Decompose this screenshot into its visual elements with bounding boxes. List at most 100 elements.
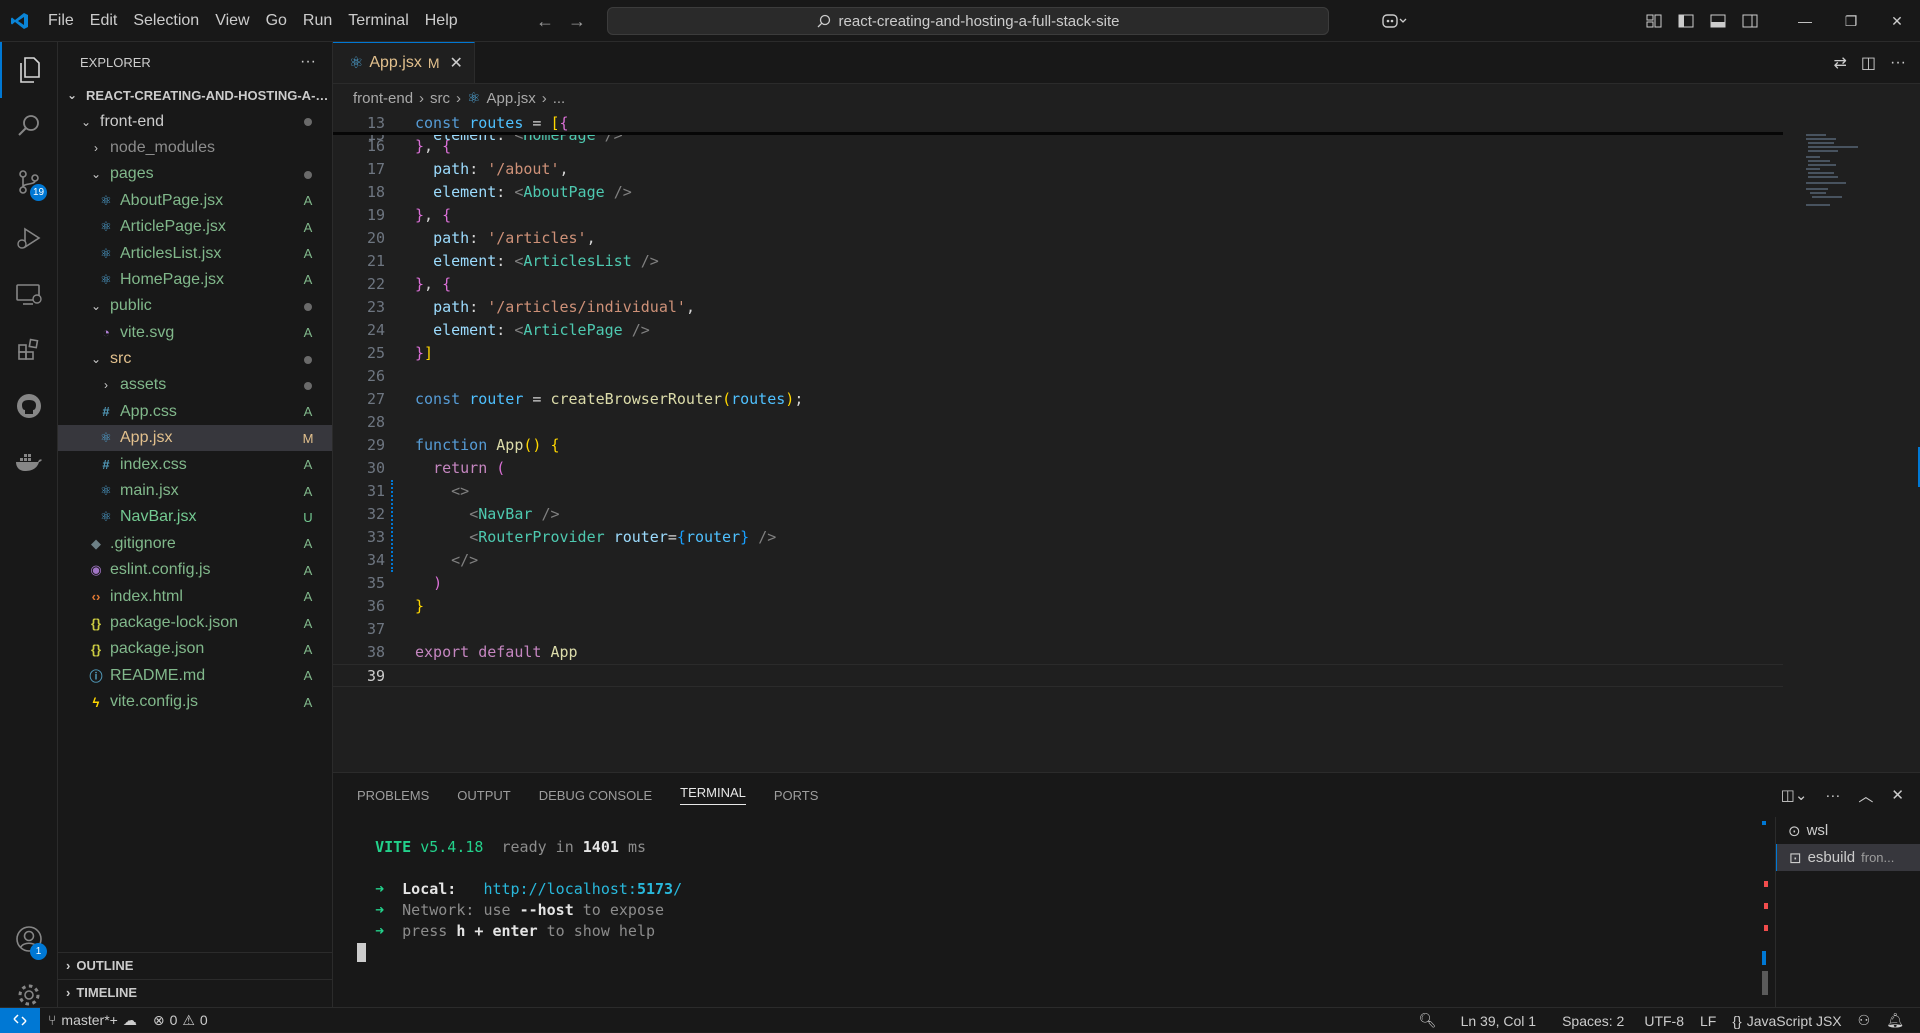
code-line: 29 function App() {: [366, 436, 560, 454]
tab-ports[interactable]: PORTS: [774, 788, 819, 803]
react-file-icon: ⚛: [100, 430, 112, 446]
extensions-icon[interactable]: [0, 322, 58, 378]
run-debug-icon[interactable]: [0, 210, 58, 266]
close-panel-icon[interactable]: ✕: [1891, 786, 1904, 804]
folder-assets[interactable]: › assets: [58, 372, 332, 398]
minimize-icon[interactable]: —: [1782, 0, 1828, 42]
file-articlepage[interactable]: ⚛ ArticlePage.jsx A: [58, 214, 332, 240]
file-aboutpage[interactable]: ⚛ AboutPage.jsx A: [58, 188, 332, 214]
menu-edit[interactable]: Edit: [82, 0, 126, 42]
terminal-cursor: [357, 943, 366, 962]
file-index-html[interactable]: ‹› index.html A: [58, 583, 332, 609]
explorer-icon[interactable]: [0, 42, 58, 98]
problems-indicator[interactable]: ⊗ 0 ⚠ 0: [145, 1008, 216, 1033]
remote-indicator-icon[interactable]: [0, 1007, 40, 1033]
split-editor-icon[interactable]: ◫: [1861, 53, 1876, 73]
code-editor[interactable]: 13 const routes = [{ 15 element: <HomePag…: [333, 112, 1783, 772]
open-changes-icon[interactable]: ⇄: [1833, 53, 1846, 73]
file-vite-svg[interactable]: ◔ vite.svg A: [58, 320, 332, 346]
breadcrumb-item[interactable]: front-end: [353, 90, 413, 107]
command-center-text: react-creating-and-hosting-a-full-stack-…: [838, 12, 1120, 30]
language-mode[interactable]: {} JavaScript JSX: [1724, 1008, 1849, 1033]
copilot-status-icon[interactable]: ⚇: [1850, 1008, 1879, 1033]
timeline-section[interactable]: › TIMELINE: [58, 979, 333, 1005]
breadcrumb-item[interactable]: App.jsx: [487, 90, 536, 107]
remote-explorer-icon[interactable]: [0, 266, 58, 322]
minimap[interactable]: [1788, 112, 1920, 772]
back-arrow-icon[interactable]: ←: [536, 11, 554, 32]
customize-layout-icon[interactable]: [1638, 0, 1670, 42]
file-gitignore[interactable]: ◆ .gitignore A: [58, 531, 332, 557]
folder-node-modules[interactable]: › node_modules: [58, 135, 332, 161]
menu-terminal[interactable]: Terminal: [340, 0, 416, 42]
source-control-icon[interactable]: 19: [0, 154, 58, 210]
file-navbar-jsx[interactable]: ⚛ NavBar.jsx U: [58, 504, 332, 530]
diff-gutter-indicator: [391, 480, 393, 572]
terminal-output[interactable]: VITE v5.4.18 ready in 1401 ms ➜ Local: h…: [357, 827, 1487, 963]
folder-pages[interactable]: ⌄ pages: [58, 161, 332, 187]
indentation[interactable]: Spaces: 2: [1554, 1008, 1632, 1033]
toggle-sidebar-icon[interactable]: [1670, 0, 1702, 42]
menu-view[interactable]: View: [207, 0, 257, 42]
notifications-bell-icon[interactable]: 🔔︎: [1878, 1008, 1912, 1033]
file-readme[interactable]: ⓘ README.md A: [58, 663, 332, 689]
toggle-panel-icon[interactable]: [1702, 0, 1734, 42]
split-terminal-icon[interactable]: ◫⌄: [1781, 786, 1808, 804]
workspace-root[interactable]: ⌄ REACT-CREATING-AND-HOSTING-A-F...: [58, 82, 332, 108]
menu-run[interactable]: Run: [295, 0, 340, 42]
cursor-position[interactable]: Ln 39, Col 1: [1453, 1008, 1545, 1033]
file-package-lock[interactable]: {} package-lock.json A: [58, 610, 332, 636]
bottom-panel: PROBLEMS OUTPUT DEBUG CONSOLE TERMINAL P…: [333, 772, 1920, 1008]
encoding[interactable]: UTF-8: [1636, 1008, 1692, 1033]
sync-icon[interactable]: ☁: [123, 1012, 137, 1029]
menu-file[interactable]: File: [40, 0, 82, 42]
zoom-icon[interactable]: 🔍︎: [1411, 1008, 1445, 1033]
file-vite-config[interactable]: ϟ vite.config.js A: [58, 689, 332, 715]
tab-app-jsx[interactable]: ⚛ App.jsx M ✕: [333, 42, 475, 83]
menu-go[interactable]: Go: [258, 0, 295, 42]
end-of-line[interactable]: LF: [1692, 1008, 1724, 1033]
folder-front-end[interactable]: ⌄ front-end: [58, 108, 332, 134]
restore-icon[interactable]: ❐: [1828, 0, 1874, 42]
file-main-jsx[interactable]: ⚛ main.jsx A: [58, 478, 332, 504]
more-actions-icon[interactable]: ···: [300, 53, 316, 71]
terminal-item-esbuild[interactable]: ⊡ esbuild fron...: [1776, 844, 1920, 871]
terminal-item-wsl[interactable]: ⊙ wsl: [1776, 817, 1920, 844]
menu-help[interactable]: Help: [417, 0, 466, 42]
tab-problems[interactable]: PROBLEMS: [357, 788, 429, 803]
tab-terminal[interactable]: TERMINAL: [680, 785, 746, 805]
tab-debug-console[interactable]: DEBUG CONSOLE: [539, 788, 652, 803]
command-center[interactable]: react-creating-and-hosting-a-full-stack-…: [607, 7, 1329, 35]
outline-section[interactable]: › OUTLINE: [58, 952, 333, 978]
copilot-icon[interactable]: [1370, 0, 1418, 42]
more-actions-icon[interactable]: ···: [1890, 54, 1906, 72]
file-eslint-config[interactable]: ◉ eslint.config.js A: [58, 557, 332, 583]
branch-indicator[interactable]: ⑂ master*+ ☁: [40, 1008, 145, 1033]
docker-icon[interactable]: [0, 434, 58, 490]
tab-output[interactable]: OUTPUT: [457, 788, 510, 803]
accounts-icon[interactable]: 1: [0, 911, 58, 967]
folder-src[interactable]: ⌄ src: [58, 346, 332, 372]
menu-selection[interactable]: Selection: [125, 0, 207, 42]
close-icon[interactable]: ✕: [449, 53, 462, 73]
toggle-secondary-sidebar-icon[interactable]: [1734, 0, 1766, 42]
close-window-icon[interactable]: ✕: [1874, 0, 1920, 42]
file-app-jsx[interactable]: ⚛ App.jsx M: [58, 425, 332, 452]
file-homepage[interactable]: ⚛ HomePage.jsx A: [58, 267, 332, 293]
search-icon[interactable]: [0, 98, 58, 154]
file-index-css[interactable]: # index.css A: [58, 451, 332, 477]
file-app-css[interactable]: # App.css A: [58, 399, 332, 425]
more-actions-icon[interactable]: ···: [1825, 787, 1840, 804]
breadcrumb-item[interactable]: ...: [553, 90, 566, 107]
file-articleslist[interactable]: ⚛ ArticlesList.jsx A: [58, 240, 332, 266]
breadcrumb-item[interactable]: src: [430, 90, 450, 107]
forward-arrow-icon[interactable]: →: [568, 11, 586, 32]
github-icon[interactable]: [0, 378, 58, 434]
react-file-icon: ⚛: [349, 55, 364, 72]
terminal-icon: ⊡: [1789, 849, 1802, 867]
terminal-scrollbar[interactable]: [1762, 821, 1768, 996]
maximize-panel-icon[interactable]: ︿: [1858, 785, 1873, 806]
folder-public[interactable]: ⌄ public: [58, 293, 332, 319]
chevron-down-icon: ⌄: [90, 352, 102, 367]
file-package-json[interactable]: {} package.json A: [58, 636, 332, 662]
